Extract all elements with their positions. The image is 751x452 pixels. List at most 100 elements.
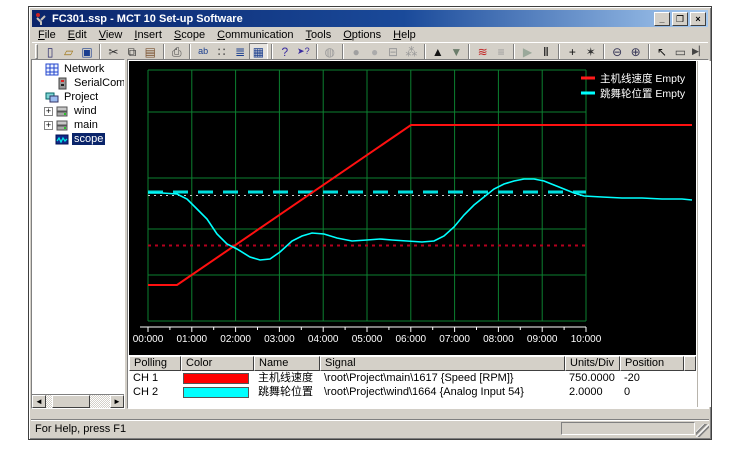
new-file-icon: ▯: [47, 46, 54, 58]
scope-plot-svg[interactable]: 00:00001:00002:00003:00004:00005:00006:0…: [129, 61, 696, 355]
crosshair-icon: +: [569, 46, 576, 58]
toolbar-separator: [316, 44, 318, 59]
start-polling-button[interactable]: ▶: [518, 43, 536, 60]
menu-item-options[interactable]: Options: [337, 28, 387, 42]
scope-waves-button[interactable]: ≋: [473, 43, 491, 60]
scrollbar-track[interactable]: [46, 395, 110, 408]
tree-item-serialcom[interactable]: SerialCom: [32, 76, 124, 90]
select-cursor-button[interactable]: ↖: [653, 43, 671, 60]
ch1-color-swatch: [183, 373, 249, 384]
cell-signal: \root\Project\main\1617 {Speed [RPM]}: [320, 371, 565, 385]
tree-item-network[interactable]: Network: [32, 62, 124, 76]
zoom-rect-button[interactable]: ▭: [671, 43, 689, 60]
menu-item-edit[interactable]: Edit: [62, 28, 93, 42]
header-signal[interactable]: Signal: [320, 356, 565, 371]
play-icon: ▶: [523, 46, 532, 58]
header-name[interactable]: Name: [254, 356, 320, 371]
ch2-color-swatch: [183, 387, 249, 398]
menu-item-help[interactable]: Help: [387, 28, 422, 42]
pointer-tool-button[interactable]: ✶: [582, 43, 600, 60]
x-axis-label: 09:000: [527, 334, 558, 345]
header-polling[interactable]: Polling: [129, 356, 181, 371]
save-button[interactable]: ▣: [78, 43, 96, 60]
move-up-button[interactable]: ▲: [429, 43, 447, 60]
wand-icon: ✶: [586, 46, 596, 58]
list-view-button[interactable]: ≣: [231, 43, 249, 60]
stop-comm-button[interactable]: ●: [347, 43, 365, 60]
scrollbar-thumb[interactable]: [52, 395, 90, 408]
tree-item-project[interactable]: Project: [32, 90, 124, 104]
x-axis-label: 07:000: [439, 334, 470, 345]
maximize-button[interactable]: ❐: [672, 12, 688, 26]
copy-icon: ⧉: [128, 46, 137, 58]
copy-button[interactable]: ⧉: [123, 43, 141, 60]
toolbar-separator: [558, 44, 560, 59]
toolbar-separator: [513, 44, 515, 59]
resize-grip[interactable]: [696, 424, 709, 437]
expand-plus-icon[interactable]: +: [44, 107, 53, 116]
paste-button[interactable]: ▤: [141, 43, 159, 60]
step-end-icon: ▶▏: [692, 47, 706, 56]
minimize-button[interactable]: _: [654, 12, 670, 26]
menu-item-tools[interactable]: Tools: [300, 28, 338, 42]
print-button[interactable]: ⎙: [168, 43, 186, 60]
menu-item-view[interactable]: View: [93, 28, 129, 42]
toolbar-separator: [424, 44, 426, 59]
compare-ab-button[interactable]: ab: [194, 43, 212, 60]
menu-item-file[interactable]: File: [32, 28, 62, 42]
menu-item-insert[interactable]: Insert: [128, 28, 168, 42]
x-axis-label: 00:000: [133, 334, 164, 345]
poll-dots-button[interactable]: ⁂: [402, 43, 420, 60]
grid-view-button[interactable]: ▦: [249, 43, 267, 60]
selection-rect-icon: ▭: [675, 46, 686, 58]
toolbar-grip[interactable]: [35, 44, 38, 59]
legend-label: 主机线速度 Empty: [600, 72, 686, 85]
scope-canvas[interactable]: 00:00001:00002:00003:00004:00005:00006:0…: [129, 61, 696, 355]
pointer-arrow-icon: ↖: [657, 46, 667, 58]
network-button[interactable]: ◍: [321, 43, 339, 60]
scope-icon: [55, 133, 70, 146]
drive-export-icon: ⊟: [388, 46, 398, 58]
scope-waves-icon: ≋: [478, 46, 488, 58]
project-dots-button[interactable]: ∷: [212, 43, 230, 60]
read-from-drive-button[interactable]: ⊟: [384, 43, 402, 60]
context-help-button[interactable]: ➤?: [294, 43, 312, 60]
close-button[interactable]: ×: [690, 12, 706, 26]
channel-row-ch2[interactable]: CH 2 跳舞轮位置 \root\Project\wind\1664 {Anal…: [129, 385, 696, 399]
channel-row-ch1[interactable]: CH 1 主机线速度 \root\Project\main\1617 {Spee…: [129, 371, 696, 385]
tree-item-main[interactable]: + main: [32, 118, 124, 132]
menu-item-scope[interactable]: Scope: [168, 28, 211, 42]
save-icon: ▣: [81, 46, 92, 58]
scope-right-margin: [697, 61, 711, 407]
record-button[interactable]: ●: [365, 43, 383, 60]
cut-button[interactable]: ✂: [104, 43, 122, 60]
move-down-button[interactable]: ▼: [447, 43, 465, 60]
tree-item-wind[interactable]: + wind: [32, 104, 124, 118]
zoom-in-button[interactable]: ⊕: [626, 43, 644, 60]
menu-item-communication[interactable]: Communication: [211, 28, 299, 42]
up-arrow-icon: ▲: [432, 46, 444, 58]
help-button[interactable]: ?: [276, 43, 294, 60]
header-color[interactable]: Color: [181, 356, 254, 371]
tracking-cursor-button[interactable]: +: [563, 43, 581, 60]
step-end-button[interactable]: ▶▏: [690, 43, 708, 60]
header-units-div[interactable]: Units/Div: [565, 356, 620, 371]
header-position[interactable]: Position: [620, 356, 684, 371]
x-axis-label: 02:000: [220, 334, 251, 345]
scroll-right-button[interactable]: ►: [110, 395, 124, 408]
open-folder-button[interactable]: ▱: [59, 43, 77, 60]
pause-polling-button[interactable]: Ⅱ: [537, 43, 555, 60]
project-tree: Network SerialCom Projec: [32, 60, 124, 146]
channel-lines-button[interactable]: ≡: [492, 43, 510, 60]
x-axis-label: 03:000: [264, 334, 295, 345]
plot-background: [129, 61, 696, 355]
tree-item-scope[interactable]: scope: [32, 132, 124, 146]
new-file-button[interactable]: ▯: [41, 43, 59, 60]
app-window: FC301.ssp - MCT 10 Set-up Software _ ❐ ×…: [28, 6, 712, 440]
sparkle-dots-icon: ⁂: [405, 46, 417, 58]
x-axis-label: 04:000: [308, 334, 339, 345]
scroll-left-button[interactable]: ◄: [32, 395, 46, 408]
zoom-out-button[interactable]: ⊖: [608, 43, 626, 60]
cell-polling: CH 2: [129, 385, 181, 399]
expand-plus-icon[interactable]: +: [44, 121, 53, 130]
